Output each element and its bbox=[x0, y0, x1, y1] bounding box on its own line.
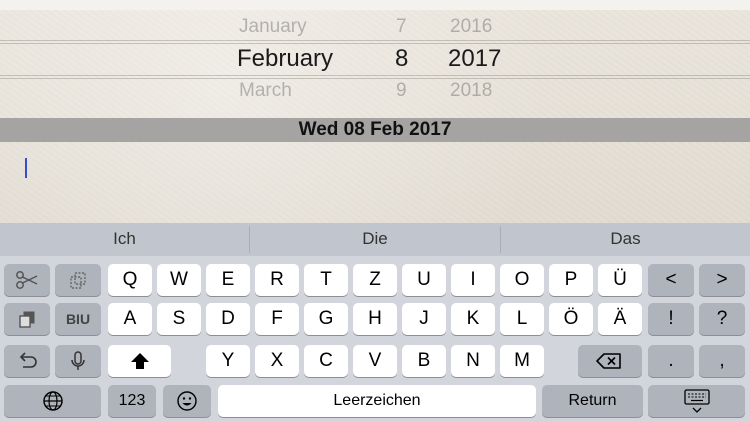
delete-key[interactable] bbox=[578, 345, 642, 377]
shift-key[interactable] bbox=[108, 345, 171, 377]
key-p[interactable]: P bbox=[549, 264, 593, 296]
date-picker[interactable]: January 7 2016 February 8 2017 March 9 2… bbox=[0, 10, 750, 118]
selected-date-label: Wed 08 Feb 2017 bbox=[0, 118, 750, 142]
key-v[interactable]: V bbox=[353, 345, 397, 377]
dictation-button[interactable] bbox=[55, 345, 101, 377]
picker-divider bbox=[0, 40, 750, 41]
numbers-key[interactable]: 123 bbox=[108, 385, 156, 417]
key-c[interactable]: C bbox=[304, 345, 348, 377]
shift-icon bbox=[108, 345, 171, 377]
key-y[interactable]: Y bbox=[206, 345, 250, 377]
picker-month-next[interactable]: March bbox=[239, 80, 292, 102]
key-d[interactable]: D bbox=[206, 303, 250, 335]
undo-icon bbox=[4, 345, 50, 377]
key-l[interactable]: L bbox=[500, 303, 544, 335]
picker-day-prev[interactable]: 7 bbox=[396, 16, 407, 38]
notes-screen: January 7 2016 February 8 2017 March 9 2… bbox=[0, 0, 750, 422]
picker-year-selected[interactable]: 2017 bbox=[448, 45, 501, 73]
return-key[interactable]: Return bbox=[542, 385, 643, 417]
picker-year-next[interactable]: 2018 bbox=[450, 80, 492, 102]
key-u[interactable]: U bbox=[402, 264, 446, 296]
globe-key[interactable] bbox=[4, 385, 101, 417]
key-e[interactable]: E bbox=[206, 264, 250, 296]
picker-day-selected[interactable]: 8 bbox=[395, 45, 408, 73]
key-u-umlaut[interactable]: Ü bbox=[598, 264, 642, 296]
suggestion-2[interactable]: Die bbox=[250, 223, 500, 256]
key-h[interactable]: H bbox=[353, 303, 397, 335]
left-arrow-key[interactable]: < bbox=[648, 264, 694, 296]
format-button[interactable]: BIU bbox=[55, 303, 101, 335]
picker-month-selected[interactable]: February bbox=[237, 45, 333, 73]
comma-key[interactable]: , bbox=[699, 345, 745, 377]
key-w[interactable]: W bbox=[157, 264, 201, 296]
key-r[interactable]: R bbox=[255, 264, 299, 296]
key-o[interactable]: O bbox=[500, 264, 544, 296]
right-arrow-key[interactable]: > bbox=[699, 264, 745, 296]
picker-day-next[interactable]: 9 bbox=[396, 80, 407, 102]
delete-icon bbox=[578, 345, 642, 377]
copy-icon bbox=[55, 264, 101, 296]
suggestion-bar: Ich Die Das bbox=[0, 223, 750, 256]
key-a-umlaut[interactable]: Ä bbox=[598, 303, 642, 335]
undo-button[interactable] bbox=[4, 345, 50, 377]
key-t[interactable]: T bbox=[304, 264, 348, 296]
key-z[interactable]: Z bbox=[353, 264, 397, 296]
key-q[interactable]: Q bbox=[108, 264, 152, 296]
key-o-umlaut[interactable]: Ö bbox=[549, 303, 593, 335]
microphone-icon bbox=[55, 345, 101, 377]
hide-keyboard-key[interactable] bbox=[648, 385, 745, 417]
picker-month-prev[interactable]: January bbox=[239, 16, 307, 38]
key-g[interactable]: G bbox=[304, 303, 348, 335]
key-i[interactable]: I bbox=[451, 264, 495, 296]
globe-icon bbox=[4, 385, 101, 417]
key-s[interactable]: S bbox=[157, 303, 201, 335]
key-a[interactable]: A bbox=[108, 303, 152, 335]
suggestion-3[interactable]: Das bbox=[501, 223, 750, 256]
copy-button[interactable] bbox=[55, 264, 101, 296]
key-x[interactable]: X bbox=[255, 345, 299, 377]
emoji-icon bbox=[163, 385, 211, 417]
paste-icon bbox=[4, 303, 50, 335]
picker-year-prev[interactable]: 2016 bbox=[450, 16, 492, 38]
key-m[interactable]: M bbox=[500, 345, 544, 377]
text-cursor bbox=[25, 158, 27, 178]
key-f[interactable]: F bbox=[255, 303, 299, 335]
scissors-icon bbox=[4, 264, 50, 296]
key-k[interactable]: K bbox=[451, 303, 495, 335]
picker-divider bbox=[0, 78, 750, 79]
status-strip bbox=[0, 0, 750, 10]
keyboard-dismiss-icon bbox=[648, 385, 745, 417]
space-key[interactable]: Leerzeichen bbox=[218, 385, 536, 417]
question-key[interactable]: ? bbox=[699, 303, 745, 335]
picker-divider bbox=[0, 43, 750, 44]
period-key[interactable]: . bbox=[648, 345, 694, 377]
key-n[interactable]: N bbox=[451, 345, 495, 377]
picker-divider bbox=[0, 75, 750, 76]
emoji-key[interactable] bbox=[163, 385, 211, 417]
cut-button[interactable] bbox=[4, 264, 50, 296]
keyboard: Ich Die Das Q W E R T Z U I O P Ü < > BI… bbox=[0, 223, 750, 422]
key-b[interactable]: B bbox=[402, 345, 446, 377]
paste-button[interactable] bbox=[4, 303, 50, 335]
exclamation-key[interactable]: ! bbox=[648, 303, 694, 335]
key-j[interactable]: J bbox=[402, 303, 446, 335]
suggestion-1[interactable]: Ich bbox=[0, 223, 249, 256]
